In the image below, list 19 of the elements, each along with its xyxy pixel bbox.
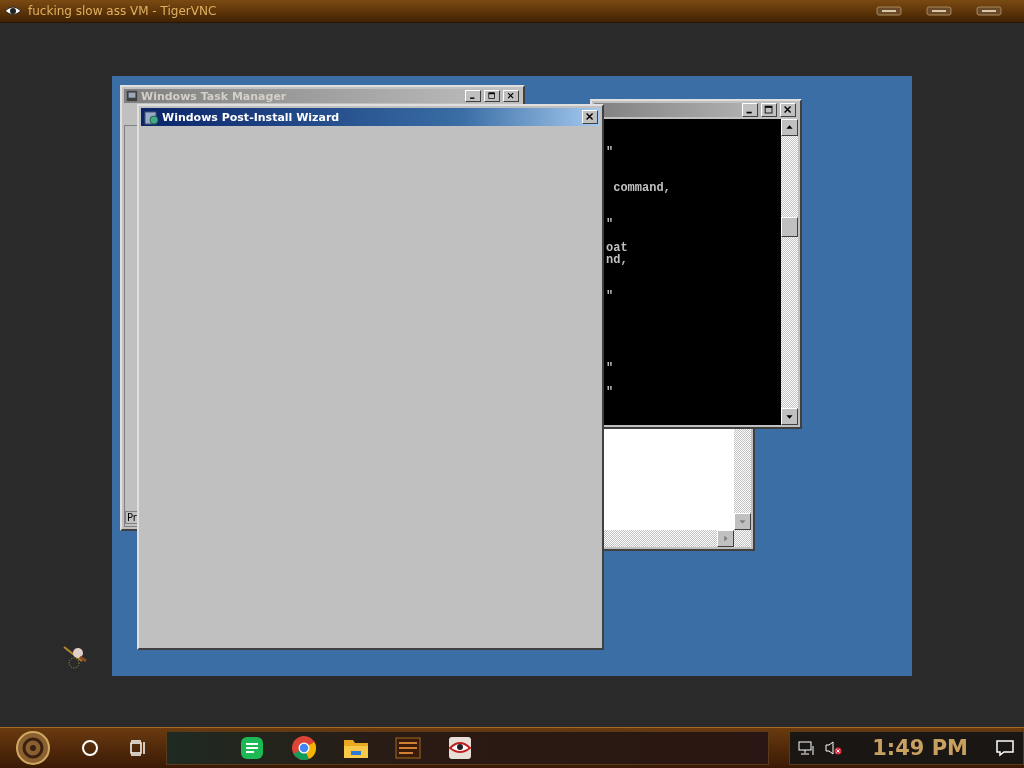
scroll-down-icon[interactable] — [734, 513, 751, 530]
clock[interactable]: 1:49 PM — [872, 736, 987, 760]
browser-icon[interactable] — [289, 733, 319, 763]
minimize-icon[interactable] — [876, 6, 902, 16]
task-view-icon[interactable] — [129, 739, 147, 757]
search-icon[interactable] — [81, 739, 99, 757]
scroll-down-icon[interactable] — [781, 408, 798, 425]
scroll-up-icon[interactable] — [781, 119, 798, 136]
muted-speaker-icon[interactable] — [824, 740, 843, 756]
window-title: Windows Post-Install Wizard — [162, 110, 341, 124]
eye-icon — [4, 4, 22, 18]
window-title: fucking slow ass VM - TigerVNC — [28, 4, 218, 18]
setup-icon — [143, 109, 159, 125]
window-title: Windows Task Manager — [141, 89, 288, 103]
network-icon[interactable] — [798, 740, 817, 756]
app-icon — [126, 90, 138, 102]
scroll-thumb[interactable] — [781, 217, 798, 237]
scroll-right-icon[interactable] — [717, 530, 734, 547]
notification-icon[interactable] — [995, 739, 1015, 757]
